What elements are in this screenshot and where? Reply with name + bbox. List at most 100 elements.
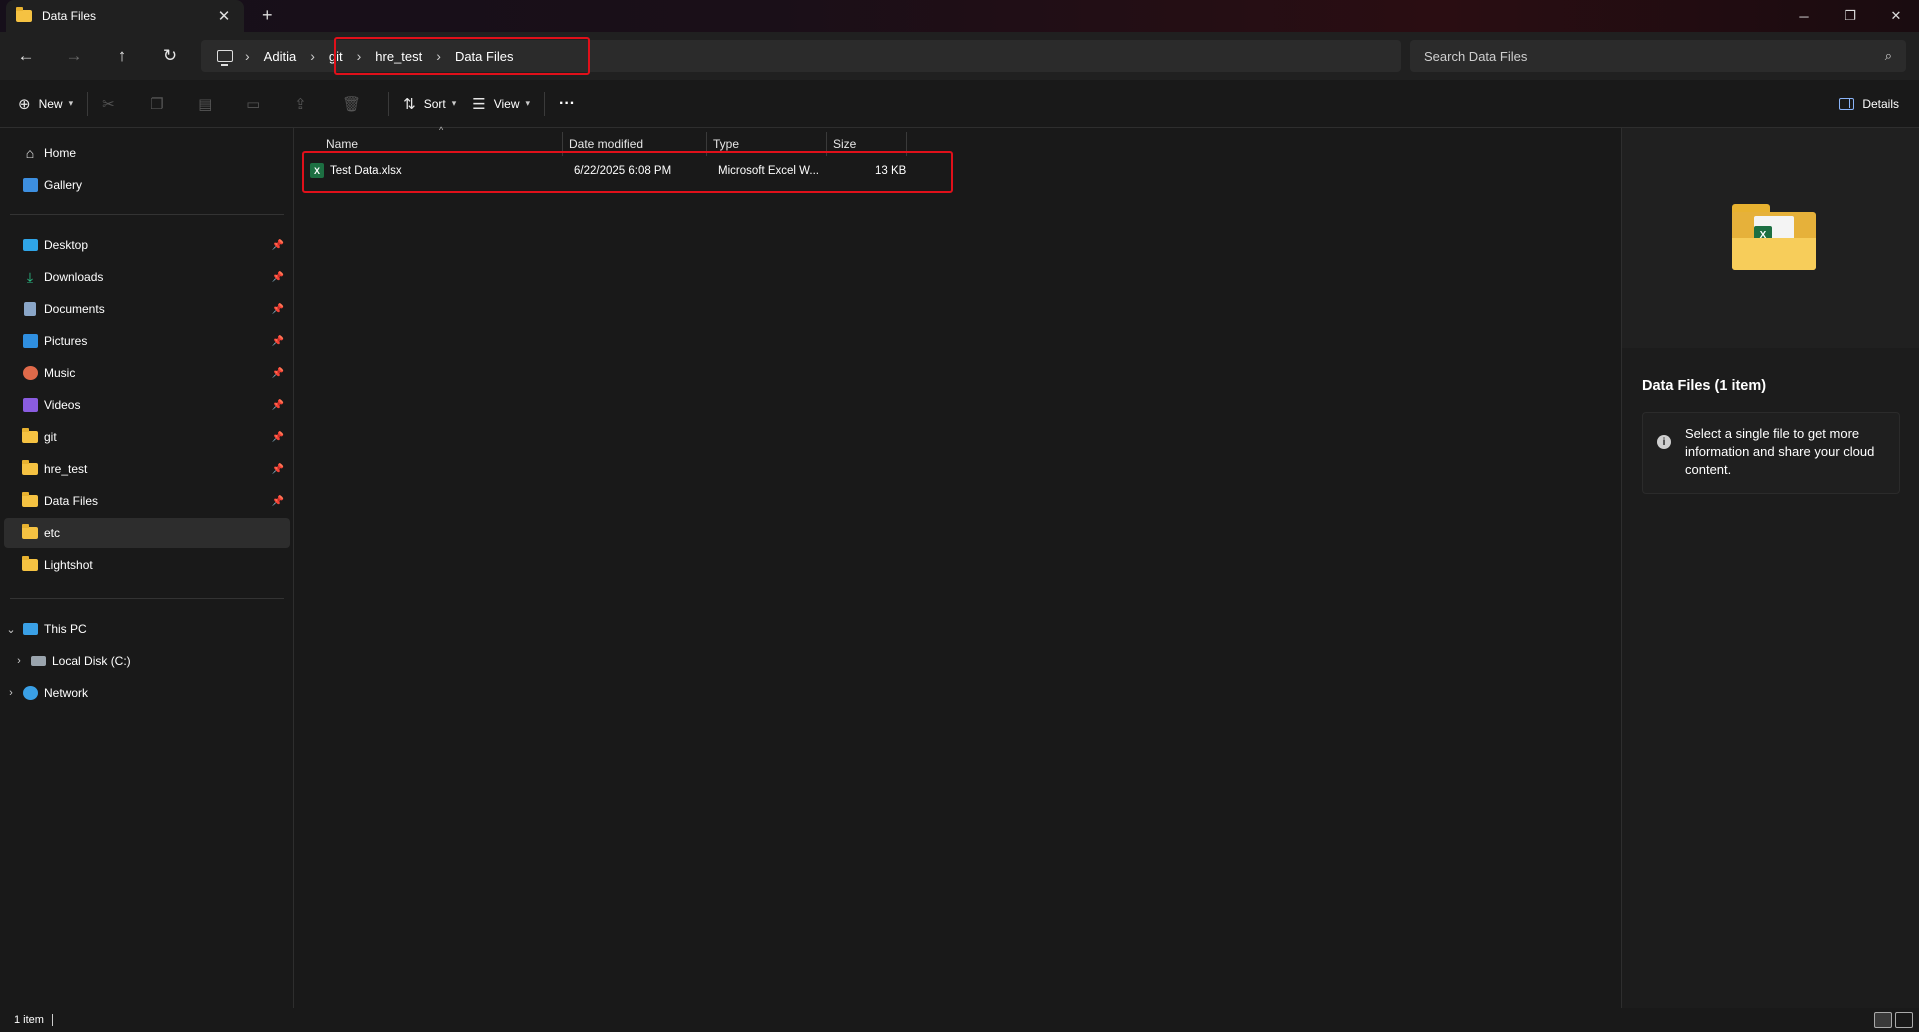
folder-preview-icon: X (1732, 204, 1816, 270)
sidebar-item-label: Videos (44, 398, 81, 412)
trash-icon: 🗑 (342, 95, 362, 113)
copy-button[interactable]: ❐ (142, 88, 190, 120)
details-pane-button[interactable]: Details (1839, 88, 1899, 120)
folder-icon (22, 524, 38, 539)
sidebar-item-hre-test[interactable]: hre_test 📌 (4, 454, 290, 484)
sidebar-item-pictures[interactable]: Pictures 📌 (4, 326, 290, 356)
desktop-icon (22, 237, 38, 253)
sort-button[interactable]: ⇅ Sort ▾ (395, 88, 464, 120)
sidebar-item-local-disk[interactable]: › Local Disk (C:) (4, 646, 290, 676)
sidebar-item-desktop[interactable]: Desktop 📌 (4, 230, 290, 260)
forward-button[interactable]: → (60, 44, 88, 68)
pin-icon[interactable]: 📌 (272, 496, 284, 507)
chevron-down-icon: ▾ (525, 98, 531, 108)
restore-button[interactable]: ❐ (1827, 0, 1873, 32)
view-icon: ☰ (472, 95, 486, 113)
rename-button[interactable]: ▭ (238, 88, 286, 120)
refresh-button[interactable]: ↻ (156, 44, 184, 68)
breadcrumb-highlight-box (334, 37, 590, 75)
details-info-box: i Select a single file to get more infor… (1642, 412, 1900, 494)
pin-icon[interactable]: 📌 (272, 304, 284, 315)
sidebar-item-label: Downloads (44, 270, 104, 284)
sidebar-item-label: Lightshot (44, 558, 93, 572)
pin-icon[interactable]: 📌 (272, 240, 284, 251)
sidebar-item-home[interactable]: ⌂ Home (4, 138, 290, 168)
up-button[interactable]: ↑ (108, 44, 136, 68)
chevron-right-icon[interactable]: › (4, 687, 18, 699)
sidebar-item-data-files[interactable]: Data Files 📌 (4, 486, 290, 516)
sidebar-item-label: Network (44, 686, 89, 700)
sidebar-item-label: hre_test (44, 462, 88, 476)
sidebar-item-gallery[interactable]: Gallery (4, 170, 290, 200)
pin-icon[interactable]: 📌 (272, 464, 284, 475)
chevron-right-icon[interactable]: › (304, 48, 321, 64)
sidebar-item-label: Data Files (44, 494, 99, 508)
pin-icon[interactable]: 📌 (272, 368, 284, 379)
sidebar-item-label: Pictures (44, 334, 88, 348)
back-button[interactable]: ← (12, 44, 40, 68)
sidebar-item-downloads[interactable]: ⤓ Downloads 📌 (4, 262, 290, 292)
pin-icon[interactable]: 📌 (272, 432, 284, 443)
chevron-right-icon[interactable]: › (239, 48, 256, 64)
sidebar-item-label: Gallery (44, 178, 83, 192)
sidebar-item-lightshot[interactable]: Lightshot (4, 550, 290, 580)
cut-button[interactable]: ✂ (94, 88, 142, 120)
tab-close-icon[interactable]: ✕ (214, 7, 234, 25)
pin-icon[interactable]: 📌 (272, 336, 284, 347)
folder-icon (22, 460, 38, 475)
cut-icon: ✂ (102, 95, 115, 113)
sidebar-item-documents[interactable]: Documents 📌 (4, 294, 290, 324)
pin-icon[interactable]: 📌 (272, 272, 284, 283)
chevron-down-icon[interactable]: ⌄ (4, 623, 18, 636)
new-button[interactable]: ⊕ New ▾ (10, 88, 81, 120)
delete-button[interactable]: 🗑 (334, 88, 382, 120)
sidebar-item-label: Desktop (44, 238, 89, 252)
sidebar-item-music[interactable]: Music 📌 (4, 358, 290, 388)
close-window-button[interactable]: ✕ (1873, 0, 1919, 32)
tab-data-files[interactable]: Data Files ✕ (6, 0, 244, 32)
view-label: View (493, 96, 520, 111)
plus-circle-icon: ⊕ (18, 95, 31, 113)
details-view-icon[interactable] (1874, 1012, 1892, 1028)
tiles-view-icon[interactable] (1895, 1012, 1913, 1028)
pictures-icon (22, 333, 38, 349)
share-icon: ⇪ (294, 95, 307, 113)
divider (388, 91, 390, 116)
details-title: Data Files (1 item) (1642, 378, 1767, 394)
breadcrumb-aditia[interactable]: Aditia (256, 49, 305, 64)
new-label: New (38, 96, 63, 111)
sidebar-item-label: Local Disk (C:) (52, 654, 131, 668)
share-button[interactable]: ⇪ (286, 88, 334, 120)
this-pc-icon[interactable] (217, 50, 233, 66)
chevron-right-icon[interactable]: › (12, 655, 26, 667)
sort-label: Sort (423, 96, 446, 111)
new-tab-button[interactable]: + (262, 5, 273, 26)
pin-icon[interactable]: 📌 (272, 400, 284, 411)
sidebar-item-etc[interactable]: etc (4, 518, 290, 548)
chevron-down-icon: ▾ (68, 98, 74, 108)
sidebar-item-label: This PC (44, 622, 87, 636)
paste-button[interactable]: ▤ (190, 88, 238, 120)
network-icon (22, 685, 38, 701)
sidebar-item-label: Music (44, 366, 76, 380)
status-bar: 1 item (0, 1008, 1919, 1032)
more-options-button[interactable]: ··· (551, 88, 583, 120)
sidebar-item-videos[interactable]: Videos 📌 (4, 390, 290, 420)
sidebar-item-label: Home (44, 146, 77, 160)
details-pane-icon (1839, 98, 1855, 110)
search-input[interactable]: Search Data Files ⌕ (1410, 40, 1906, 72)
search-icon[interactable]: ⌕ (1885, 48, 1892, 64)
sidebar-item-network[interactable]: › Network (4, 678, 290, 708)
sort-icon: ⇅ (403, 95, 416, 113)
chevron-down-icon: ▾ (451, 98, 457, 108)
sidebar-item-git[interactable]: git 📌 (4, 422, 290, 452)
paste-icon: ▤ (198, 95, 213, 113)
minimize-button[interactable]: ─ (1781, 0, 1827, 32)
music-icon (22, 365, 38, 381)
details-info-text: Select a single file to get more informa… (1685, 426, 1875, 477)
sidebar-item-this-pc[interactable]: ⌄ This PC (4, 614, 290, 644)
folder-preview: X (1622, 128, 1919, 348)
view-button[interactable]: ☰ View ▾ (464, 88, 538, 120)
divider (51, 1014, 53, 1026)
info-icon: i (1657, 435, 1671, 449)
